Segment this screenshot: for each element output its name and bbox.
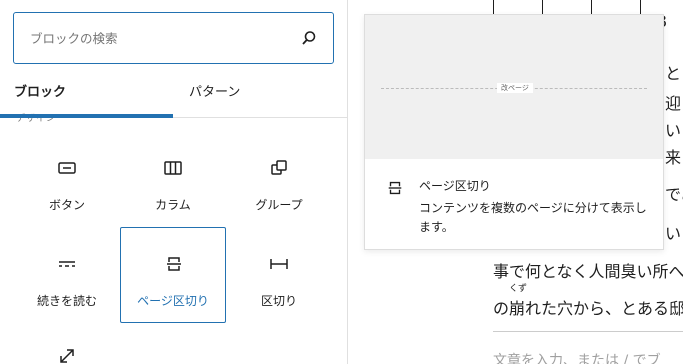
expand-icon[interactable] (57, 346, 77, 364)
block-label: 続きを読む (36, 294, 97, 308)
button-icon (58, 162, 76, 174)
paragraph-text: い (665, 224, 682, 243)
more-icon (59, 261, 75, 267)
block-more[interactable]: 続きを読む (14, 228, 120, 324)
active-tab-indicator (0, 114, 173, 118)
paragraph-text: 事で何となく人間臭い所へ (493, 262, 683, 281)
preview-title: ページ区切り (419, 179, 491, 193)
ruby-text: くず (509, 284, 528, 294)
search-input[interactable] (30, 27, 300, 49)
divider (493, 331, 683, 332)
page-break-icon (167, 257, 181, 271)
paragraph-text: であ (665, 185, 683, 204)
paragraph-text: の崩れた穴から、とある邸 (493, 299, 683, 318)
page-break-icon (388, 181, 402, 195)
block-group[interactable]: グループ (226, 132, 332, 228)
block-label: カラム (155, 198, 191, 212)
preview-description: コンテンツを複数のページに分けて表示します。 (419, 201, 647, 234)
block-label: ボタン (48, 198, 85, 212)
block-button[interactable]: ボタン (14, 132, 120, 228)
page-break-label: 改ページ (497, 83, 533, 93)
block-search[interactable] (13, 12, 334, 64)
block-label: 区切り (260, 294, 297, 308)
block-label: ページ区切り (137, 294, 209, 308)
block-inserter-panel: ブロック パターン デザイン ボタン カラム グループ (0, 0, 348, 364)
tab-patterns[interactable]: パターン (189, 72, 319, 118)
separator-icon (270, 259, 288, 269)
block-separator[interactable]: 区切り (226, 228, 332, 324)
paragraph-text: と (665, 64, 682, 83)
block-preview-popover: 改ページ ページ区切り コンテンツを複数のページに分けて表示します。 (364, 14, 664, 250)
search-icon[interactable] (301, 30, 317, 46)
paragraph-placeholder[interactable]: 文章を入力、または / でブ (493, 350, 661, 364)
paragraph-text: い (665, 121, 682, 140)
preview-canvas: 改ページ (365, 15, 663, 159)
paragraph-text: 迎 (665, 94, 682, 113)
paragraph-text: 来 (665, 148, 682, 167)
block-label: グループ (255, 198, 303, 212)
group-icon (271, 160, 287, 175)
columns-icon (164, 161, 182, 175)
block-columns[interactable]: カラム (120, 132, 226, 228)
block-page-break[interactable]: ページ区切り (120, 227, 226, 323)
